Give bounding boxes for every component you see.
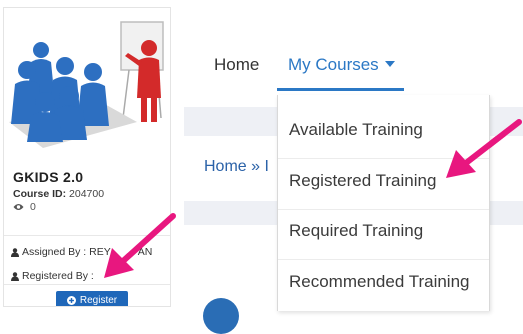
annotation-arrow-overlay: [446, 119, 522, 178]
